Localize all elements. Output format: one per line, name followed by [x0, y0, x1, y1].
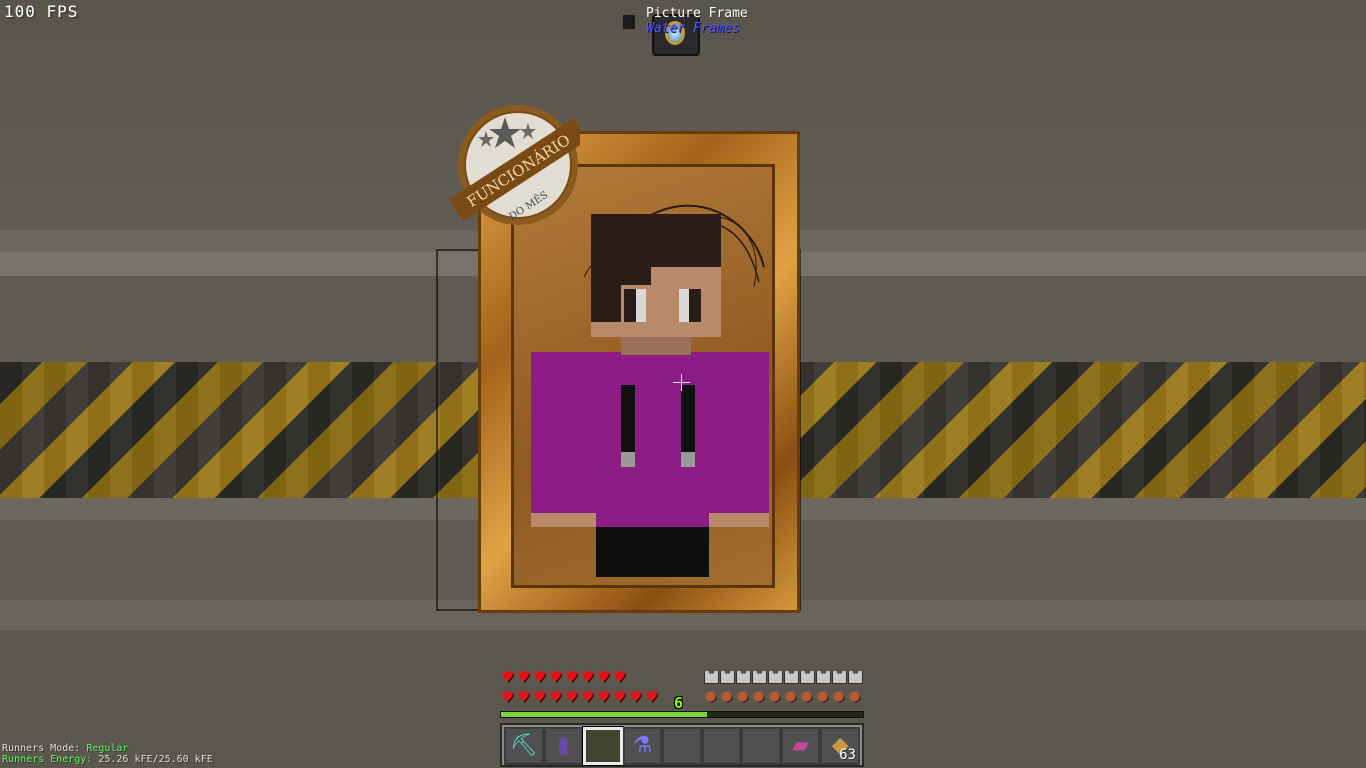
- armor-icon: [719, 670, 734, 684]
- heart-icon: ♥: [500, 688, 515, 706]
- runners-mode-label: Runners Mode:: [2, 743, 81, 754]
- waila-block-name: Picture Frame: [646, 6, 748, 21]
- character-hair: [621, 267, 651, 285]
- heart-icon: ♥: [532, 668, 547, 686]
- runners-energy-label: Runners Energy:: [2, 754, 93, 765]
- armor-icon: [799, 670, 814, 684]
- hoodie-string-tip: [681, 452, 695, 467]
- painting-canvas: [511, 164, 775, 588]
- runners-energy-value: 25.26 kFE/25.60 kFE: [98, 754, 213, 765]
- hunger-icon: ●: [848, 689, 861, 704]
- heart-icon: ♥: [580, 688, 595, 706]
- heart-icon: ♥: [500, 668, 515, 686]
- heart-icon: ♥: [644, 688, 659, 706]
- character-hand: [531, 513, 596, 527]
- crosshair-icon: [673, 374, 690, 391]
- enchanted-book-icon: ▰: [792, 733, 810, 758]
- fps-counter: 100 FPS: [4, 2, 79, 21]
- armor-icon: [751, 670, 766, 684]
- waila-tooltip: Picture Frame Water Frames: [614, 4, 774, 56]
- hotbar-slot-9[interactable]: ◆ 63: [820, 727, 860, 765]
- employee-of-month-seal: FUNCIONÁRIO DO MÊS: [450, 105, 580, 225]
- character-pants: [596, 527, 709, 577]
- hotbar-slot-1[interactable]: ⛏: [504, 727, 544, 765]
- armor-icon: [831, 670, 846, 684]
- hotbar-slot-5[interactable]: [662, 727, 702, 765]
- armor-icon: [735, 670, 750, 684]
- runners-mode-value: Regular: [86, 743, 129, 754]
- heart-icon: ♥: [612, 688, 627, 706]
- armor-icon: [783, 670, 798, 684]
- heart-icon: ♥: [564, 668, 579, 686]
- runners-mode-line: Runners Mode: Regular: [2, 743, 128, 754]
- hotbar-slot-4[interactable]: ⚗: [622, 727, 663, 765]
- heart-icon: ♥: [596, 668, 611, 686]
- armor-icon: [767, 670, 782, 684]
- hunger-icon: ●: [816, 689, 829, 704]
- health-bar-row: ♥ ♥ ♥ ♥ ♥ ♥ ♥ ♥ ♥ ♥: [500, 688, 659, 706]
- hunger-icon: ●: [752, 689, 765, 704]
- character-hoodie: [531, 352, 769, 527]
- runners-energy-line: Runners Energy: 25.26 kFE/25.60 kFE: [2, 754, 213, 765]
- hunger-icon: ●: [784, 689, 797, 704]
- armor-icon: [703, 670, 718, 684]
- health-bar-row: ♥ ♥ ♥ ♥ ♥ ♥ ♥ ♥: [500, 668, 627, 686]
- heart-icon: ♥: [628, 688, 643, 706]
- hunger-icon: ●: [800, 689, 813, 704]
- character-hand: [709, 513, 769, 527]
- waila-mod-name: Water Frames: [646, 21, 740, 36]
- hotbar-slot-2[interactable]: ▮: [543, 727, 584, 765]
- game-world[interactable]: FUNCIONÁRIO DO MÊS: [0, 0, 1366, 768]
- potion-icon: ⚗: [632, 733, 653, 758]
- heart-icon: ♥: [516, 688, 531, 706]
- heart-icon: ♥: [532, 688, 547, 706]
- character-eye: [624, 289, 636, 322]
- hotbar[interactable]: ⛏ ▮ ⚗ ▰ ◆ 63: [500, 723, 864, 767]
- hunger-icon: ●: [704, 689, 717, 704]
- heart-icon: ♥: [612, 668, 627, 686]
- character-hair: [591, 267, 621, 322]
- hotbar-slot-7[interactable]: [741, 727, 781, 765]
- character-neck: [621, 337, 691, 355]
- heart-icon: ♥: [564, 688, 579, 706]
- xp-bar-fill: [501, 712, 708, 717]
- hoodie-string-tip: [621, 452, 635, 467]
- character-eye: [689, 289, 701, 322]
- hunger-icon: ●: [768, 689, 781, 704]
- heart-icon: ♥: [548, 688, 563, 706]
- item-count: 63: [839, 747, 856, 763]
- armor-bar: [703, 670, 862, 684]
- armor-icon: [815, 670, 830, 684]
- heart-icon: ♥: [516, 668, 531, 686]
- hunger-icon: ●: [832, 689, 845, 704]
- diamond-pickaxe-icon: ⛏: [509, 733, 538, 758]
- heart-icon: ♥: [548, 668, 563, 686]
- hotbar-slot-8[interactable]: ▰: [780, 727, 821, 765]
- hotbar-slot-3[interactable]: [583, 727, 623, 765]
- purple-block-icon: ▮: [557, 733, 570, 758]
- block-icon: [622, 14, 636, 30]
- xp-bar: [500, 711, 864, 718]
- hunger-bar: ● ● ● ● ● ● ● ● ● ●: [703, 690, 862, 704]
- heart-icon: ♥: [596, 688, 611, 706]
- armor-icon: [847, 670, 862, 684]
- hunger-icon: ●: [736, 689, 749, 704]
- hotbar-slot-6[interactable]: [701, 727, 742, 765]
- hunger-icon: ●: [720, 689, 733, 704]
- xp-level: 6: [674, 694, 684, 712]
- heart-icon: ♥: [580, 668, 595, 686]
